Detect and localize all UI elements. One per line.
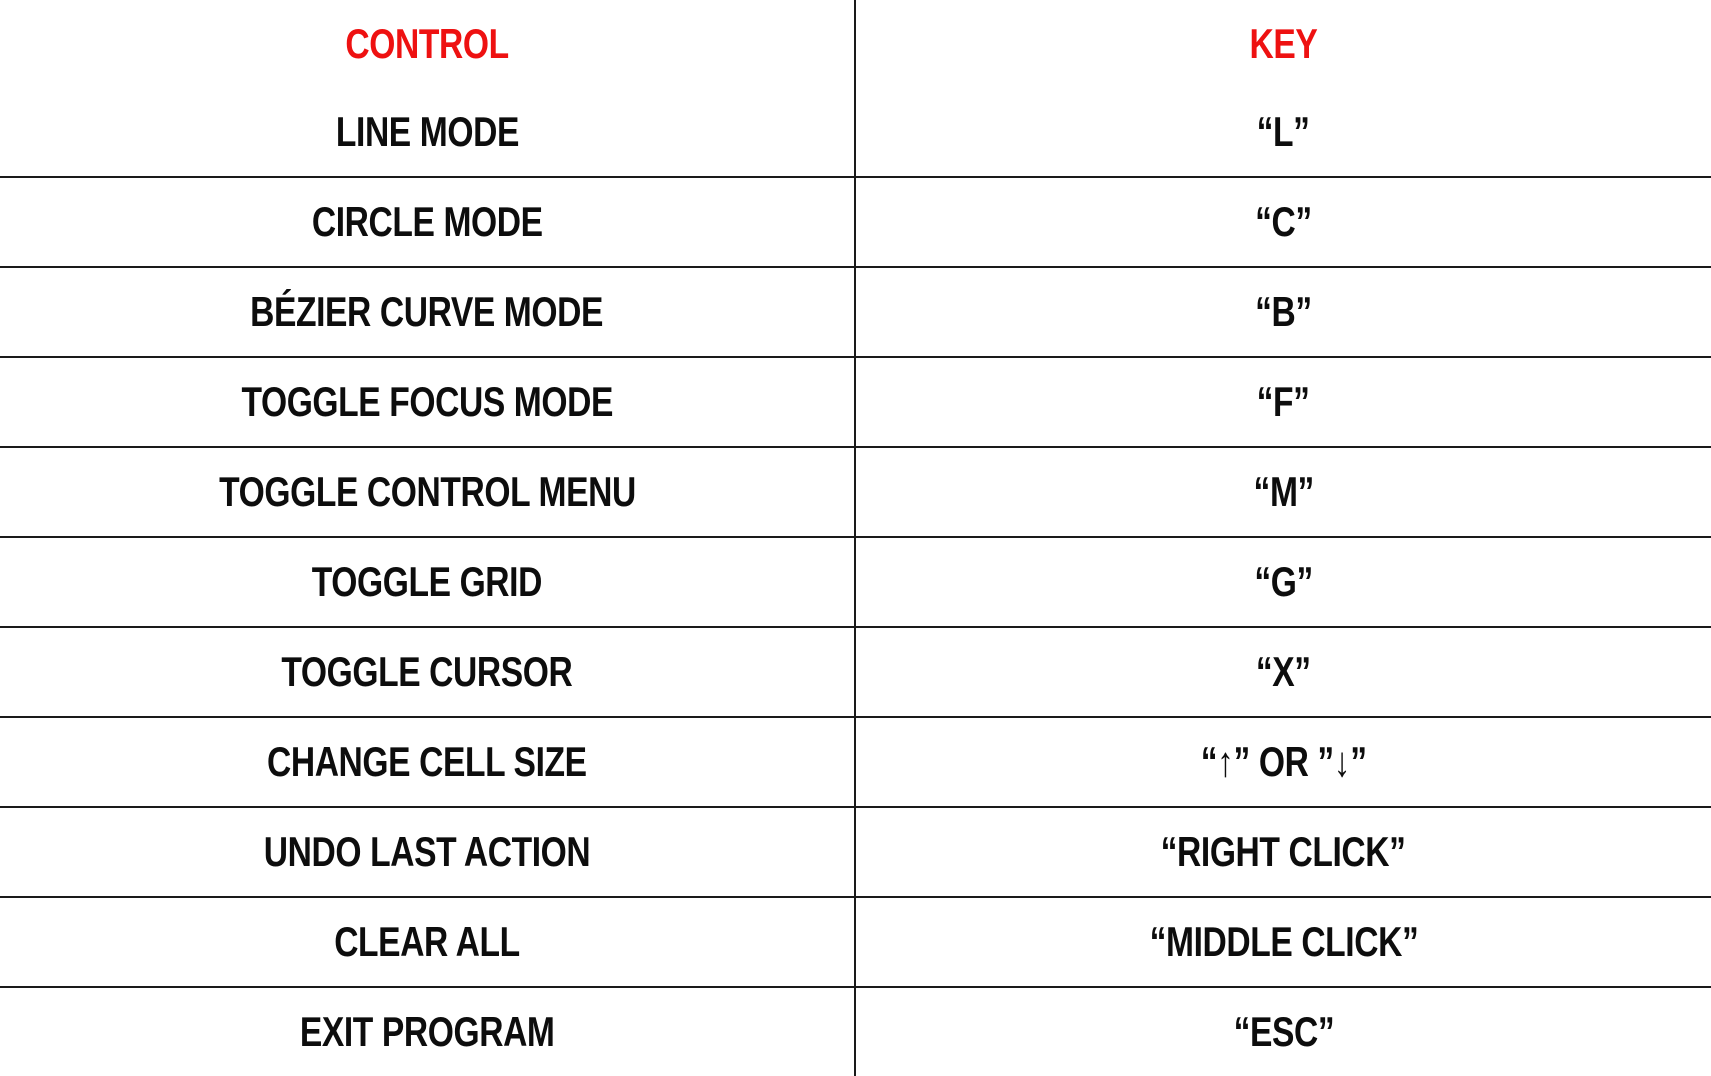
table-row: CHANGE CELL SIZE “↑” OR ”↓” [0, 717, 1711, 808]
control-cell: TOGGLE FOCUS MODE [0, 357, 856, 448]
key-label: “MIDDLE CLICK” [1149, 918, 1418, 965]
key-cell: “ESC” [855, 987, 1711, 1076]
table-header: CONTROL KEY [0, 0, 1711, 88]
table-row: CLEAR ALL “MIDDLE CLICK” [0, 897, 1711, 988]
key-cell: “X” [855, 627, 1711, 718]
key-cell: “G” [855, 537, 1711, 628]
control-label: TOGGLE CONTROL MENU [218, 468, 636, 515]
key-cell: “C” [855, 177, 1711, 268]
control-cell: UNDO LAST ACTION [0, 807, 856, 898]
key-label: “X” [1256, 648, 1311, 695]
table-body: LINE MODE “L” CIRCLE MODE “C” BÉZIER CUR… [0, 88, 1711, 1076]
key-cell: “L” [855, 88, 1711, 178]
table-row: TOGGLE CURSOR “X” [0, 627, 1711, 718]
key-cell: “RIGHT CLICK” [855, 807, 1711, 898]
table-row: CIRCLE MODE “C” [0, 177, 1711, 268]
key-label: “F” [1257, 378, 1310, 425]
table-row: BÉZIER CURVE MODE “B” [0, 267, 1711, 358]
key-header-label: KEY [1249, 20, 1318, 67]
control-label: BÉZIER CURVE MODE [250, 288, 604, 335]
table-row: TOGGLE CONTROL MENU “M” [0, 447, 1711, 538]
controls-table: CONTROL KEY LINE MODE “L” CIRCLE MODE “C… [0, 0, 1711, 1076]
control-column-header: CONTROL [0, 0, 856, 88]
control-cell: LINE MODE [0, 88, 856, 178]
key-label: “RIGHT CLICK” [1161, 828, 1406, 875]
table-row: UNDO LAST ACTION “RIGHT CLICK” [0, 807, 1711, 898]
control-cell: EXIT PROGRAM [0, 987, 856, 1076]
key-cell: “M” [855, 447, 1711, 538]
key-label: “L” [1257, 108, 1310, 155]
control-label: LINE MODE [335, 108, 519, 155]
control-label: TOGGLE GRID [311, 558, 543, 605]
key-cell: “F” [855, 357, 1711, 448]
control-label: UNDO LAST ACTION [263, 828, 591, 875]
control-cell: CLEAR ALL [0, 897, 856, 988]
control-cell: TOGGLE GRID [0, 537, 856, 628]
control-cell: TOGGLE CURSOR [0, 627, 856, 718]
control-label: CIRCLE MODE [311, 198, 543, 245]
key-label: “B” [1255, 288, 1312, 335]
key-cell: “MIDDLE CLICK” [855, 897, 1711, 988]
table-row: LINE MODE “L” [0, 88, 1711, 178]
key-column-header: KEY [855, 0, 1711, 88]
key-label: “C” [1255, 198, 1312, 245]
table-row: TOGGLE FOCUS MODE “F” [0, 357, 1711, 448]
control-cell: CIRCLE MODE [0, 177, 856, 268]
key-cell: “↑” OR ”↓” [855, 717, 1711, 808]
control-cell: TOGGLE CONTROL MENU [0, 447, 856, 538]
control-label: EXIT PROGRAM [299, 1008, 555, 1055]
control-cell: CHANGE CELL SIZE [0, 717, 856, 808]
header-row: CONTROL KEY [0, 0, 1711, 88]
key-label: “↑” OR ”↓” [1200, 738, 1367, 785]
control-cell: BÉZIER CURVE MODE [0, 267, 856, 358]
key-label: “M” [1253, 468, 1314, 515]
key-cell: “B” [855, 267, 1711, 358]
control-label: CLEAR ALL [334, 918, 520, 965]
table-row: EXIT PROGRAM “ESC” [0, 987, 1711, 1076]
control-label: TOGGLE FOCUS MODE [241, 378, 613, 425]
control-label: TOGGLE CURSOR [281, 648, 573, 695]
control-label: CHANGE CELL SIZE [267, 738, 587, 785]
control-header-label: CONTROL [345, 20, 509, 67]
key-label: “G” [1254, 558, 1313, 605]
key-label: “ESC” [1233, 1008, 1334, 1055]
table-row: TOGGLE GRID “G” [0, 537, 1711, 628]
